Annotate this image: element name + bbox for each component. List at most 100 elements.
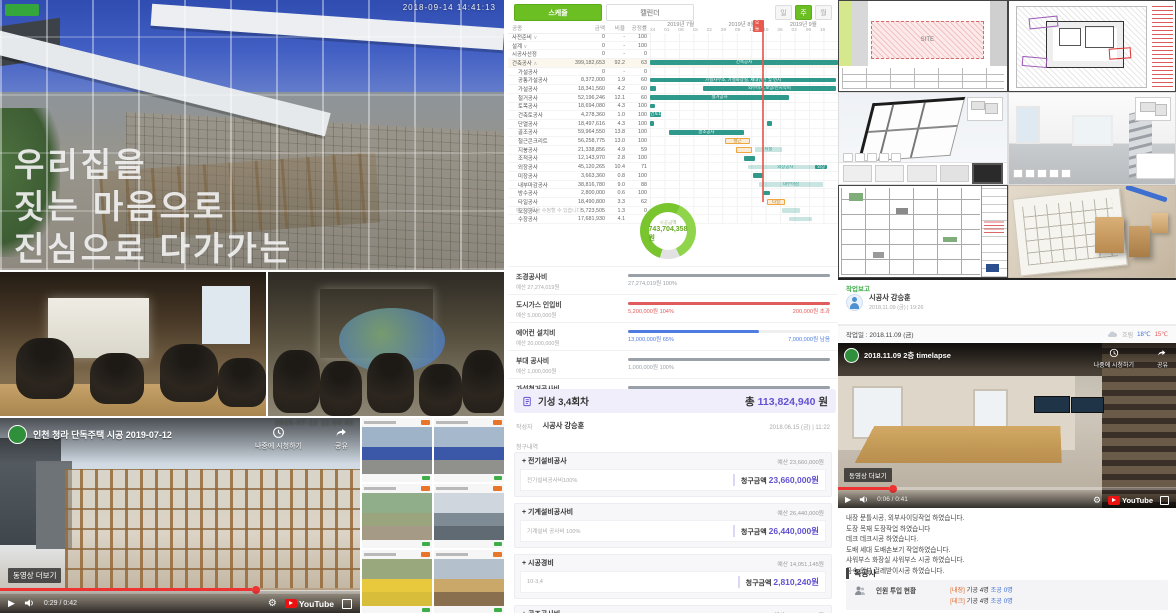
- youtube-player-construction[interactable]: 2019-07-12 11:54:42 인천 청라 단독주택 시공 2019-0…: [0, 418, 360, 613]
- gantt-bar[interactable]: 내부마감: [759, 181, 823, 187]
- settings-gear-icon[interactable]: ⚙: [268, 598, 277, 609]
- gantt-bar[interactable]: [789, 216, 812, 222]
- gantt-row[interactable]: 철거공사 52,196,246 12.1 60 철거공사: [508, 93, 838, 103]
- gantt-row[interactable]: 외장공사 45,120,265 10.4 71 외장공사 외장: [508, 163, 838, 172]
- thumbnail[interactable]: [362, 418, 432, 482]
- budget-row[interactable]: 도시가스 인입비 예산 5,000,000원 5,200,000원 104% 2…: [508, 294, 838, 322]
- overlay-text-line: 짓는 마음으로: [14, 188, 227, 225]
- item-name-expander[interactable]: + 전기설비공사: [522, 456, 567, 466]
- gantt-bar[interactable]: 가설사무소, 가설화장실, 세대안전 및 먼지: [650, 77, 837, 83]
- gantt-bar[interactable]: 골조공사: [668, 129, 744, 135]
- fullscreen-icon[interactable]: [1160, 495, 1169, 505]
- viewer-toolbar[interactable]: [843, 153, 901, 163]
- view-button[interactable]: 일: [775, 5, 792, 20]
- youtube-logo[interactable]: YouTube: [284, 599, 334, 609]
- viewer-minimap[interactable]: [967, 97, 1003, 121]
- gantt-bar[interactable]: [736, 147, 752, 153]
- share-button[interactable]: 공유: [1157, 348, 1168, 369]
- view-button[interactable]: 월: [815, 5, 832, 20]
- gantt-row[interactable]: 건축토공사 4,278,360 1.0 100 건토1: [508, 111, 838, 120]
- tab[interactable]: 캘린더: [606, 4, 694, 21]
- volume-icon[interactable]: [24, 598, 35, 608]
- gantt-bar[interactable]: 외장공사: [747, 164, 823, 170]
- gantt-bar[interactable]: 타일: [766, 199, 786, 206]
- fullscreen-icon[interactable]: [342, 598, 352, 609]
- author-name: 시공사 강승훈: [542, 421, 585, 430]
- gantt-row[interactable]: 지붕공사 21,338,856 4.9 59 지붕: [508, 145, 838, 155]
- gantt-bar[interactable]: [781, 207, 801, 213]
- gantt-row[interactable]: 조적공사 12,143,970 2.8 100: [508, 154, 838, 164]
- gantt-row[interactable]: 철근콘크리트 56,258,775 13.0 100 철근: [508, 137, 838, 146]
- gantt-row[interactable]: 설계 ∨ 0 - 100: [508, 41, 838, 51]
- gantt-row[interactable]: 미장공사 3,663,360 0.8 100: [508, 172, 838, 181]
- work-progress: 100: [638, 42, 647, 49]
- gantt-bar[interactable]: [650, 103, 655, 109]
- gantt-row[interactable]: 가설공사 0 - 0: [508, 67, 838, 77]
- more-videos-badge[interactable]: 동영상 더보기: [8, 568, 62, 583]
- gantt-bar[interactable]: [650, 121, 654, 126]
- chevron-icon[interactable]: ∨: [523, 44, 527, 50]
- gantt-row[interactable]: 단열공사 18,497,616 4.3 100: [508, 119, 838, 129]
- item-budget: 예산 26,440,000원: [777, 510, 824, 517]
- gantt-bar[interactable]: 건축공사: [650, 60, 838, 66]
- view-thumb[interactable]: [875, 165, 905, 182]
- gantt-bar[interactable]: 건토1: [650, 112, 662, 118]
- thumbnail[interactable]: [434, 550, 504, 613]
- gantt-row[interactable]: 골조공사 59,964,550 13.8 100 골조공사: [508, 128, 838, 138]
- view-thumb[interactable]: [843, 165, 873, 182]
- gantt-bar[interactable]: [650, 86, 656, 92]
- budget-row[interactable]: 에어컨 설치비 예산 20,000,000원 13,000,000원 65% 7…: [508, 322, 838, 350]
- work-amount: 0: [602, 51, 605, 58]
- view-button[interactable]: 주: [795, 5, 812, 20]
- thumbnail[interactable]: [362, 484, 432, 548]
- viewer-toolbar[interactable]: [1013, 169, 1071, 178]
- gantt-row[interactable]: 공통가설공사 8,372,000 1.9 60 가설사무소, 가설화장실, 세대…: [508, 76, 838, 86]
- youtube-player-timelapse[interactable]: 2018.11.09 2층 timelapse 나중에 시청하기 공유 동영상 …: [838, 343, 1176, 508]
- gantt-row[interactable]: 토목공사 18,694,080 4.3 100: [508, 102, 838, 112]
- item-name-expander[interactable]: + 시공경비: [522, 558, 554, 568]
- thumbnail[interactable]: [434, 484, 504, 548]
- gantt-row[interactable]: 시공사선정 0 - 0: [508, 50, 838, 60]
- tab[interactable]: 스케줄: [514, 4, 602, 21]
- more-videos-badge[interactable]: 동영상 더보기: [844, 468, 892, 482]
- budget-row[interactable]: 부대 공사비 예산 1,000,000원 1,000,000원 100%: [508, 350, 838, 378]
- viewer-minimap[interactable]: [1135, 97, 1171, 121]
- thumbnail[interactable]: [362, 550, 432, 613]
- gantt-bar[interactable]: [766, 121, 773, 126]
- budget-row[interactable]: 조경공사비 예산 27,274,019원 27,274,019원 100%: [508, 266, 838, 294]
- billing-banner[interactable]: 기성 3,4회차 총 113,824,940 원: [514, 389, 836, 413]
- chevron-icon[interactable]: ∨: [533, 35, 537, 41]
- gantt-bar[interactable]: 외부비계,보양/먼지막이: [702, 86, 837, 92]
- gantt-row[interactable]: 방수공사 2,800,000 0.6 100: [508, 189, 838, 199]
- item-name-expander[interactable]: + 골조공사비: [522, 609, 560, 613]
- thumbnail[interactable]: [434, 418, 504, 482]
- settings-gear-icon[interactable]: ⚙: [1093, 495, 1101, 505]
- view-thumb[interactable]: [907, 165, 937, 182]
- video-title[interactable]: 2018.11.09 2층 timelapse: [864, 350, 951, 361]
- play-icon[interactable]: ▶: [845, 495, 851, 504]
- gantt-bar[interactable]: 철거공사: [650, 95, 790, 100]
- gantt-bar[interactable]: 철근: [725, 138, 750, 145]
- item-name-expander[interactable]: + 기계설비공사비: [522, 507, 573, 517]
- share-button[interactable]: 공유: [335, 426, 348, 451]
- gantt-bar[interactable]: [744, 155, 756, 161]
- gantt-bar[interactable]: 외장: [815, 164, 827, 170]
- gantt-row[interactable]: 내부마감공사 38,816,780 9.0 88 내부마감: [508, 180, 838, 190]
- channel-avatar[interactable]: [844, 348, 859, 363]
- gantt-row[interactable]: 가설공사 18,341,560 4.2 60 외부비계,보양/먼지막이: [508, 85, 838, 94]
- volume-icon[interactable]: [859, 495, 869, 504]
- gantt-bar[interactable]: 지붕: [755, 147, 782, 152]
- play-icon[interactable]: ▶: [8, 598, 15, 608]
- watch-later-button[interactable]: 나중에 시청하기: [255, 426, 302, 451]
- gantt-row[interactable]: 사전준비 ∨ 0 - 100: [508, 33, 838, 42]
- work-ratio: 13.0: [614, 138, 626, 145]
- channel-avatar[interactable]: [8, 425, 27, 444]
- gantt-row[interactable]: 건축공사 ∧ 399,182,653 92.2 63 건축공사: [508, 59, 838, 68]
- chevron-icon[interactable]: ∧: [533, 61, 537, 67]
- view-thumb-active[interactable]: [971, 163, 1004, 184]
- youtube-logo[interactable]: YouTube: [1108, 495, 1153, 505]
- view-thumb[interactable]: [939, 165, 969, 182]
- avatar[interactable]: [846, 293, 863, 311]
- watch-later-button[interactable]: 나중에 시청하기: [1094, 348, 1134, 369]
- video-title[interactable]: 인천 청라 단독주택 시공 2019-07-12: [33, 428, 172, 441]
